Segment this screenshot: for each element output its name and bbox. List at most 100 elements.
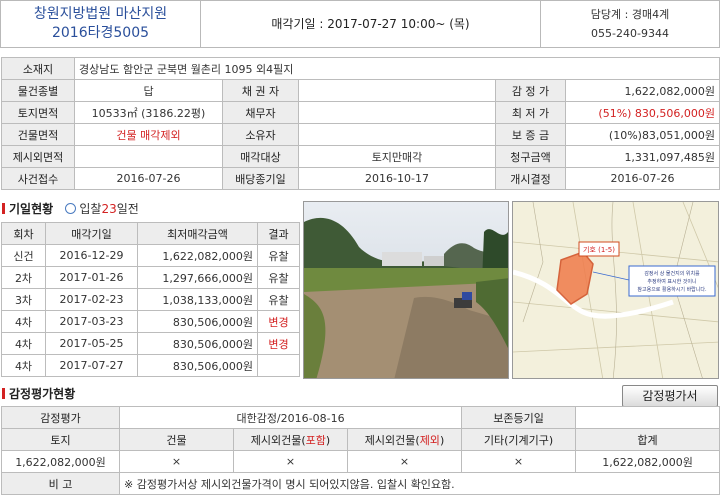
result-cell: 유찰 — [257, 288, 300, 311]
result-cell: 유찰 — [257, 244, 300, 267]
col-other: 기타(기계기구) — [461, 428, 577, 451]
table-row: 4차 2017-07-27 830,506,000원 — [1, 354, 300, 377]
map-note-2: 추정하여 표시한 것이니 — [647, 278, 696, 285]
round-cell: 4차 — [1, 354, 46, 377]
dividend-deadline-label: 배당종기일 — [222, 167, 299, 190]
property-table: 소재지 경상남도 함안군 군북면 월촌리 1095 외4필지 물건종별 답 채 … — [1, 57, 720, 190]
court-block: 창원지방법원 마산지원 2016타경5005 — [1, 1, 201, 47]
sale-date: 매각기일 : 2017-07-27 10:00~ (목) — [201, 1, 541, 47]
sale-target-label: 매각대상 — [222, 145, 299, 168]
days-left-number: 23 — [101, 202, 117, 216]
map-tag: 기호 (1-5) — [583, 245, 615, 254]
result-cell: 변경 — [257, 310, 300, 333]
appraisal-value: 1,622,082,000원 — [564, 79, 720, 102]
round-cell: 3차 — [1, 288, 46, 311]
case-header: 창원지방법원 마산지원 2016타경5005 매각기일 : 2017-07-27… — [0, 0, 720, 48]
property-row: 토지면적 10533㎡ (3186.22평) 채무자 최 저 가 (51%) 8… — [1, 101, 720, 124]
claim-amount-label: 청구금액 — [495, 145, 566, 168]
photo-image — [304, 202, 508, 378]
price-cell: 830,506,000원 — [137, 310, 258, 333]
land-area-value: 10533㎡ (3186.22평) — [74, 101, 223, 124]
building-value: × — [119, 450, 234, 473]
section-marker — [2, 203, 5, 214]
price-cell: 1,297,666,000원 — [137, 266, 258, 289]
case-number: 2016타경5005 — [51, 25, 150, 41]
appraisal-table: 감정평가 대한감정/2016-08-16 보존등기일 토지 건물 제시외건물(포… — [1, 406, 720, 495]
history-table: 회차 매각기일 최저매각금액 결과 신건 2016-12-29 1,622,08… — [1, 222, 300, 377]
extra-area-label: 제시외면적 — [1, 145, 75, 168]
round-cell: 4차 — [1, 332, 46, 355]
date-cell: 2017-02-23 — [45, 288, 138, 311]
col-result: 결과 — [257, 222, 300, 245]
date-cell: 2017-05-25 — [45, 332, 138, 355]
deposit-value: (10%)83,051,000원 — [564, 123, 720, 146]
creditor-label: 채 권 자 — [222, 79, 299, 102]
creditor-value — [298, 79, 496, 102]
result-cell: 유찰 — [257, 266, 300, 289]
sale-target-value: 토지만매각 — [298, 145, 496, 168]
table-row: 1,622,082,000원 × × × × 1,622,082,000원 — [1, 450, 720, 473]
property-row: 건물면적 건물 매각제외 소유자 보 증 금 (10%)83,051,000원 — [1, 123, 720, 146]
col-land: 토지 — [1, 428, 120, 451]
dividend-deadline-value: 2016-10-17 — [298, 167, 496, 190]
building-area-value: 건물 매각제외 — [74, 123, 223, 146]
owner-value — [298, 123, 496, 146]
days-left: 입찰23일전 — [65, 202, 139, 216]
deposit-label: 보 증 금 — [495, 123, 566, 146]
col-price: 최저매각금액 — [137, 222, 258, 245]
land-area-label: 토지면적 — [1, 101, 75, 124]
appraisal-label: 감 정 가 — [495, 79, 566, 102]
court-name: 창원지방법원 마산지원 — [33, 6, 168, 22]
result-cell: 변경 — [257, 332, 300, 355]
property-photo[interactable] — [303, 201, 509, 379]
note-label: 비 고 — [1, 472, 120, 495]
history-heading: 기일현황 입찰23일전 — [2, 200, 139, 218]
result-cell — [257, 354, 300, 377]
extra-area-value — [74, 145, 223, 168]
date-cell: 2017-07-27 — [45, 354, 138, 377]
table-row: 2차 2017-01-26 1,297,666,000원 유찰 — [1, 266, 300, 289]
date-cell: 2017-03-23 — [45, 310, 138, 333]
location-map[interactable]: 기호 (1-5) 감정서 상 물건지의 위치를 추정하여 표시한 것이니 참고용… — [512, 201, 719, 379]
map-note-3: 참고용으로 활용하시기 바랍니다. — [637, 286, 707, 293]
debtor-label: 채무자 — [222, 101, 299, 124]
appraisal-heading: 감정평가현황 — [2, 385, 75, 403]
commence-label: 개시결정 — [495, 167, 566, 190]
table-row: 4차 2017-03-23 830,506,000원 변경 — [1, 310, 300, 333]
registry-date-value — [575, 406, 720, 429]
owner-label: 소유자 — [222, 123, 299, 146]
price-cell: 1,038,133,000원 — [137, 288, 258, 311]
property-row: 제시외면적 매각대상 토지만매각 청구금액 1,331,097,485원 — [1, 145, 720, 168]
claim-amount-value: 1,331,097,485원 — [564, 145, 720, 168]
case-filed-label: 사건접수 — [1, 167, 75, 190]
map-note-1: 감정서 상 물건지의 위치를 — [644, 270, 700, 277]
col-date: 매각기일 — [45, 222, 138, 245]
contact-block: 담당계 : 경매4계 055-240-9344 — [541, 1, 719, 47]
section-marker — [2, 388, 5, 399]
round-cell: 2차 — [1, 266, 46, 289]
col-extra-excluded: 제시외건물(제외) — [346, 428, 463, 451]
appraisal-report-button[interactable]: 감정평가서 — [622, 385, 718, 407]
clock-icon — [65, 203, 77, 214]
phone: 055-240-9344 — [591, 27, 669, 40]
col-building: 건물 — [119, 428, 234, 451]
address-value: 경상남도 함안군 군북면 월촌리 1095 외4필지 — [73, 57, 720, 80]
round-cell: 4차 — [1, 310, 46, 333]
history-title: 기일현황 — [9, 202, 54, 216]
table-row: 신건 2016-12-29 1,622,082,000원 유찰 — [1, 244, 300, 267]
appraisal-org-value: 대한감정/2016-08-16 — [118, 406, 463, 429]
col-total: 합계 — [575, 428, 720, 451]
item-type-value: 답 — [74, 79, 223, 102]
land-value: 1,622,082,000원 — [1, 450, 120, 473]
price-cell: 1,622,082,000원 — [137, 244, 258, 267]
total-value: 1,622,082,000원 — [575, 450, 720, 473]
map-image: 기호 (1-5) 감정서 상 물건지의 위치를 추정하여 표시한 것이니 참고용… — [513, 202, 718, 378]
extra-excluded-value: × — [346, 450, 463, 473]
extra-included-value: × — [233, 450, 348, 473]
registry-date-label: 보존등기일 — [461, 406, 577, 429]
table-row: 3차 2017-02-23 1,038,133,000원 유찰 — [1, 288, 300, 311]
building-area-label: 건물면적 — [1, 123, 75, 146]
note-value: ※ 감정평가서상 제시외건물가격이 명시 되어있지않음. 입찰시 확인요함. — [118, 472, 720, 495]
date-cell: 2017-01-26 — [45, 266, 138, 289]
address-label: 소재지 — [1, 57, 75, 80]
